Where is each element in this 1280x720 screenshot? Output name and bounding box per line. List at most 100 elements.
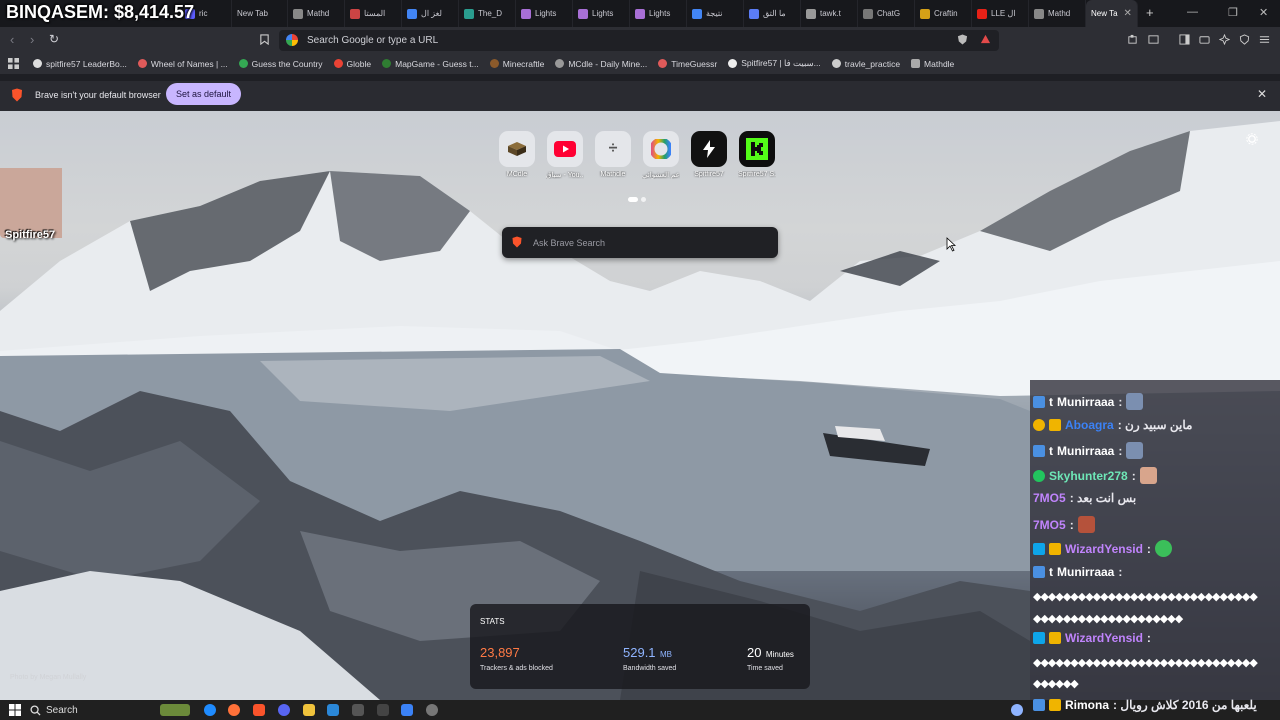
top-site-tile[interactable] [739,131,775,167]
top-site[interactable]: MCdle [498,131,536,179]
top-site-tile[interactable] [499,131,535,167]
mouse-cursor-icon [946,237,956,252]
menu-icon[interactable] [1259,34,1270,45]
tab[interactable]: Craftin [915,0,972,27]
top-site[interactable]: عم العشوائي... [642,131,680,179]
tab[interactable]: Lights [630,0,687,27]
page-dot-active[interactable] [628,197,638,202]
tab[interactable]: tawk.t [801,0,858,27]
taskbar-search[interactable]: Search [30,701,170,719]
tab[interactable]: Lights [516,0,573,27]
top-site[interactable]: ÷ Mathdle [594,131,632,179]
todo-icon[interactable] [327,704,339,716]
wallet-icon[interactable] [1199,34,1210,45]
tab-favicon [293,8,303,19]
chat-message: Skyhunter278 : [1033,467,1157,484]
maximize-icon[interactable]: ❐ [1228,6,1238,19]
tab[interactable]: Mathd [1029,0,1086,27]
tab[interactable]: The_D [459,0,516,27]
bookmark-item[interactable]: Mathdle [911,59,954,69]
terminal-icon[interactable] [377,704,389,716]
set-as-default-button[interactable]: Set as default [166,83,242,105]
close-window-icon[interactable]: ✕ [1259,6,1268,19]
bookmark-item[interactable]: Guess the Country [238,58,323,69]
page-dot[interactable] [641,197,646,202]
tab[interactable]: Lights [573,0,630,27]
discord-icon[interactable] [278,704,290,716]
bookmark-item[interactable]: Wheel of Names | ... [137,59,228,69]
bookmark-item[interactable]: TimeGuessr [658,59,717,69]
tab[interactable]: ما التق [744,0,801,27]
gear-icon[interactable] [1246,133,1258,145]
brave-search-input[interactable] [531,234,761,251]
tab[interactable]: لغز ال [402,0,459,27]
extensions-icon[interactable] [1127,34,1138,45]
chat-username: Munirraaa [1057,443,1115,458]
chat-emote-icon [1077,516,1095,533]
close-infobar-icon[interactable]: ✕ [1257,87,1267,101]
firefox-icon[interactable] [228,704,240,716]
tab[interactable]: ChatG [858,0,915,27]
brave-icon[interactable] [253,704,265,716]
bookmark-icon[interactable] [259,34,270,45]
top-site[interactable]: Spitfire57 [690,131,728,179]
forward-icon[interactable]: › [30,32,34,47]
top-site-tile[interactable] [547,131,583,167]
bookmark-item[interactable]: spitfire57 LeaderBo... [33,59,127,69]
top-site-tile[interactable]: ÷ [595,131,631,167]
address-input[interactable] [305,32,905,49]
bookmark-item[interactable]: travle_practice [831,59,900,69]
obs-icon[interactable] [426,704,438,716]
apps-grid-icon[interactable] [8,58,19,69]
tab-favicon [464,8,474,19]
minimize-icon[interactable]: — [1187,6,1198,18]
weather-icon[interactable] [1011,704,1023,716]
chat-text: : يلعبها من 2016 كلاش رويال [1113,698,1257,712]
copilot-icon[interactable] [204,704,216,716]
tab[interactable]: Mathd [288,0,345,27]
vpn-icon[interactable] [1239,34,1250,45]
app-icon[interactable] [352,704,364,716]
tab-favicon [578,8,588,19]
close-tab-icon[interactable]: ✕ [1124,8,1132,19]
bookmark-item[interactable]: MCdle - Daily Mine... [555,59,647,69]
chat-message: Rimona : يلعبها من 2016 كلاش رويال [1033,698,1257,712]
top-site[interactable]: سباق - You... [546,131,584,179]
photo-credit: Photo by Megan Mullally [10,674,87,681]
color-wheel-icon [651,139,671,159]
tab-label: tawk.t [820,9,841,18]
app-icon[interactable] [401,704,413,716]
back-icon[interactable]: ‹ [10,32,14,47]
tab[interactable]: نتيجة [687,0,744,27]
sidebar-icon[interactable] [1179,34,1190,45]
bookmark-item[interactable]: Spitfire57 | سبيت فا... [728,58,821,69]
tab[interactable]: المستا [345,0,402,27]
widgets-icon[interactable] [160,704,190,716]
file-explorer-icon[interactable] [303,704,315,716]
brave-search-box[interactable] [502,227,778,258]
chat-message: WizardYensid : [1033,631,1151,645]
wallet-icon[interactable] [1148,34,1159,45]
bookmark-item[interactable]: MapGame - Guess t... [382,59,479,69]
bookmark-label: Guess the Country [251,58,323,69]
bookmark-item[interactable]: Minecraftle [489,58,545,69]
brave-rewards-icon[interactable] [980,34,991,45]
top-site-tile[interactable] [691,131,727,167]
chat-username: 7MO5 [1033,517,1066,532]
reload-icon[interactable]: ↻ [49,32,59,46]
bookmark-favicon [333,59,343,68]
tab[interactable]: New Tab [232,0,288,27]
bookmark-label: Minecraftle [502,58,545,69]
chat-username: Munirraaa [1057,394,1115,409]
top-site[interactable]: Spitfire57 S... [738,131,776,179]
leo-ai-icon[interactable] [1219,34,1230,45]
tab-active[interactable]: New Ta ✕ [1086,0,1138,27]
top-site-tile[interactable] [643,131,679,167]
new-tab-button[interactable]: + [1146,5,1154,20]
bookmark-favicon [489,59,499,68]
brave-shields-icon[interactable] [957,34,968,45]
windows-start-icon[interactable] [9,704,21,716]
tab[interactable]: LLE ال [972,0,1029,27]
address-bar[interactable] [279,30,999,51]
bookmark-item[interactable]: Globle [333,59,371,69]
